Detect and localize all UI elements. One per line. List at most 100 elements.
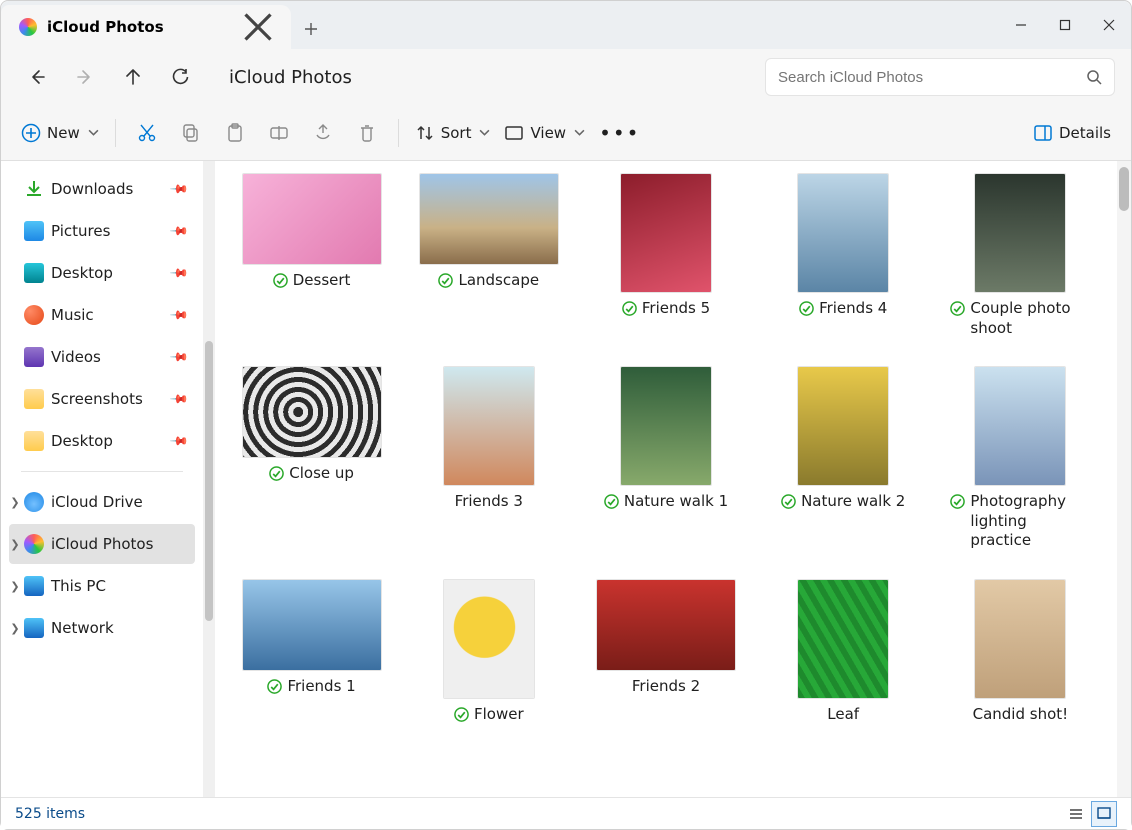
photo-item[interactable]: Friends 4: [767, 173, 920, 338]
list-view-toggle[interactable]: [1063, 801, 1089, 827]
sort-label: Sort: [441, 124, 472, 142]
photo-thumbnail[interactable]: [242, 366, 382, 458]
toolbar: New Sort View ••• Details: [1, 105, 1131, 161]
content-pane[interactable]: Dessert LandscapeFriends 5Friends 4 Couple…: [215, 161, 1117, 797]
music-icon: [23, 304, 45, 326]
new-tab-button[interactable]: [291, 5, 331, 53]
photo-name: Dessert: [293, 271, 351, 291]
chevron-right-icon[interactable]: ❯: [7, 580, 23, 593]
photo-item[interactable]: Flower: [412, 579, 565, 726]
sidebar-pinned-desktop[interactable]: Desktop📌: [9, 253, 195, 293]
photo-thumbnail[interactable]: [797, 366, 889, 486]
photo-name: Nature walk 2: [801, 492, 905, 512]
sidebar-tree-this-pc[interactable]: ❯This PC: [9, 566, 195, 606]
sidebar-pinned-music[interactable]: Music📌: [9, 295, 195, 335]
share-button[interactable]: [302, 114, 344, 152]
sidebar-label: iCloud Photos: [51, 535, 153, 553]
photo-name: Couple photo shoot: [970, 299, 1090, 338]
photo-thumbnail[interactable]: [797, 579, 889, 699]
photo-item[interactable]: Landscape: [412, 173, 565, 338]
photo-thumbnail[interactable]: [620, 366, 712, 486]
navigation-bar: iCloud Photos: [1, 49, 1131, 105]
back-button[interactable]: [17, 57, 57, 97]
sidebar-label: Desktop: [51, 264, 113, 282]
sidebar-pinned-downloads[interactable]: Downloads📌: [9, 169, 195, 209]
photo-item[interactable]: Candid shot!: [944, 579, 1097, 726]
photo-item[interactable]: Nature walk 2: [767, 366, 920, 551]
sidebar-tree-icloud-photos[interactable]: ❯ iCloud Photos: [9, 524, 195, 564]
sidebar-pinned-pictures[interactable]: Pictures📌: [9, 211, 195, 251]
photo-label-row: Nature walk 1: [604, 492, 728, 513]
content-scrollbar[interactable]: [1117, 161, 1131, 797]
chevron-right-icon[interactable]: ❯: [7, 538, 23, 551]
photo-item[interactable]: Close up: [235, 366, 388, 551]
folder-icon: [23, 388, 45, 410]
synced-icon: [781, 494, 796, 513]
delete-button[interactable]: [346, 114, 388, 152]
tab-icloud-photos[interactable]: iCloud Photos: [1, 5, 291, 49]
sidebar-label: Screenshots: [51, 390, 143, 408]
up-button[interactable]: [113, 57, 153, 97]
sidebar-pinned-videos[interactable]: Videos📌: [9, 337, 195, 377]
address-bar[interactable]: iCloud Photos: [229, 67, 352, 88]
thumbnails-view-toggle[interactable]: [1091, 801, 1117, 827]
photo-thumbnail[interactable]: [596, 579, 736, 671]
photo-item[interactable]: Friends 3: [412, 366, 565, 551]
photo-thumbnail[interactable]: [242, 173, 382, 265]
paste-button[interactable]: [214, 114, 256, 152]
photos-app-icon: [19, 18, 37, 36]
photo-item[interactable]: Leaf: [767, 579, 920, 726]
photo-name: Photography lighting practice: [970, 492, 1090, 551]
sidebar-pinned-desktop[interactable]: Desktop📌: [9, 421, 195, 461]
item-count: 525 items: [15, 806, 85, 822]
forward-button[interactable]: [65, 57, 105, 97]
photo-thumbnail[interactable]: [974, 579, 1066, 699]
photo-item[interactable]: Dessert: [235, 173, 388, 338]
refresh-button[interactable]: [161, 57, 201, 97]
content-scroll-thumb[interactable]: [1119, 167, 1129, 211]
photo-item[interactable]: Nature walk 1: [589, 366, 742, 551]
sidebar-pinned-screenshots[interactable]: Screenshots 📌: [9, 379, 195, 419]
photo-name: Friends 1: [287, 677, 355, 697]
photo-item[interactable]: Friends 1: [235, 579, 388, 726]
details-button[interactable]: Details: [1027, 114, 1117, 152]
copy-button[interactable]: [170, 114, 212, 152]
photo-label-row: Dessert: [273, 271, 351, 292]
chevron-down-icon: [574, 127, 585, 138]
body: Downloads📌Pictures📌Desktop📌Music📌Videos📌…: [1, 161, 1131, 797]
photo-thumbnail[interactable]: [443, 366, 535, 486]
photo-item[interactable]: Photography lighting practice: [944, 366, 1097, 551]
sidebar-scrollbar[interactable]: [203, 161, 215, 797]
photo-thumbnail[interactable]: [974, 366, 1066, 486]
minimize-button[interactable]: [999, 1, 1043, 49]
chevron-right-icon[interactable]: ❯: [7, 622, 23, 635]
photo-thumbnail[interactable]: [974, 173, 1066, 293]
photo-item[interactable]: Couple photo shoot: [944, 173, 1097, 338]
search-box[interactable]: [765, 58, 1115, 96]
view-button[interactable]: View: [498, 114, 591, 152]
photo-thumbnail[interactable]: [443, 579, 535, 699]
items-grid: Dessert LandscapeFriends 5Friends 4 Couple…: [235, 173, 1097, 726]
pin-icon: 📌: [169, 389, 189, 409]
new-button[interactable]: New: [15, 114, 105, 152]
photo-item[interactable]: Friends 2: [589, 579, 742, 726]
chevron-right-icon[interactable]: ❯: [7, 496, 23, 509]
cut-button[interactable]: [126, 114, 168, 152]
more-button[interactable]: •••: [593, 114, 646, 152]
rename-button[interactable]: [258, 114, 300, 152]
photo-thumbnail[interactable]: [620, 173, 712, 293]
maximize-button[interactable]: [1043, 1, 1087, 49]
separator: [398, 119, 399, 147]
sort-button[interactable]: Sort: [409, 114, 497, 152]
photo-thumbnail[interactable]: [419, 173, 559, 265]
sidebar-label: Desktop: [51, 432, 113, 450]
sidebar-tree-network[interactable]: ❯Network: [9, 608, 195, 648]
close-window-button[interactable]: [1087, 1, 1131, 49]
photo-thumbnail[interactable]: [242, 579, 382, 671]
search-input[interactable]: [778, 69, 1086, 86]
photo-item[interactable]: Friends 5: [589, 173, 742, 338]
sidebar-tree-icloud-drive[interactable]: ❯iCloud Drive: [9, 482, 195, 522]
photo-thumbnail[interactable]: [797, 173, 889, 293]
sidebar-scroll-thumb[interactable]: [205, 341, 213, 621]
tab-close-button[interactable]: [243, 12, 273, 42]
